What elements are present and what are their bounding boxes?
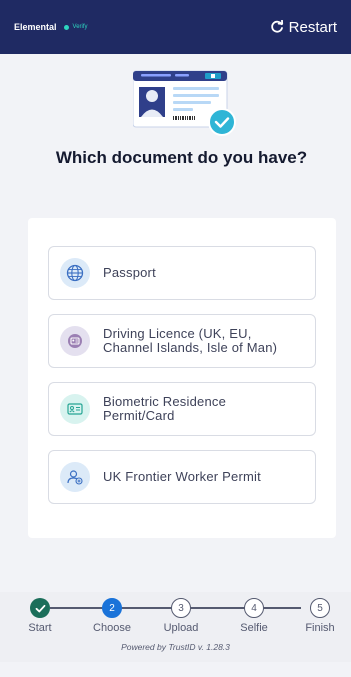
option-label: Biometric Residence Permit/Card [103,394,227,423]
id-card-illustration [133,70,236,136]
restart-icon [270,20,283,33]
step-finish: 5 [310,598,330,618]
progress-stepper: 2 3 4 5 Start Choose Upload Selfie Finis… [0,592,351,662]
step-label-finish: Finish [305,622,335,634]
option-label: Driving Licence (UK, EU, Channel Islands… [103,326,278,355]
globe-icon [60,258,90,288]
step-upload: 3 [171,598,191,618]
option-passport[interactable]: Passport [48,246,316,300]
license-icon [60,326,90,356]
option-biometric-residence-permit[interactable]: Biometric Residence Permit/Card [48,382,316,436]
brand-tag: Verify [72,24,88,30]
restart-label: Restart [288,18,337,36]
page-title: Which document do you have? [55,148,308,167]
step-label-start: Start [28,622,52,634]
option-label: Passport [103,265,156,280]
document-options-panel: Passport Driving Licence (UK, EU, Channe… [28,218,336,538]
brand-name: Elemental [14,22,57,32]
check-icon [35,604,45,612]
powered-by-text: Powered by TrustID v. 1.28.3 [121,642,230,652]
add-user-icon [60,462,90,492]
step-label-choose: Choose [93,622,131,634]
step-label-upload: Upload [163,622,199,634]
step-label-selfie: Selfie [240,622,268,634]
verify-dot-icon [63,24,69,30]
check-badge-icon [208,108,236,136]
option-uk-frontier-worker-permit[interactable]: UK Frontier Worker Permit [48,450,316,504]
brand-logo: Elemental Verify [14,22,88,32]
step-selfie: 4 [244,598,264,618]
option-driving-licence[interactable]: Driving Licence (UK, EU, Channel Islands… [48,314,316,368]
step-choose: 2 [102,598,122,618]
restart-button[interactable]: Restart [270,19,337,36]
step-start [30,598,50,618]
app-header: Elemental Verify Restart [0,0,351,54]
id-card-icon [60,394,90,424]
option-label: UK Frontier Worker Permit [103,469,261,484]
